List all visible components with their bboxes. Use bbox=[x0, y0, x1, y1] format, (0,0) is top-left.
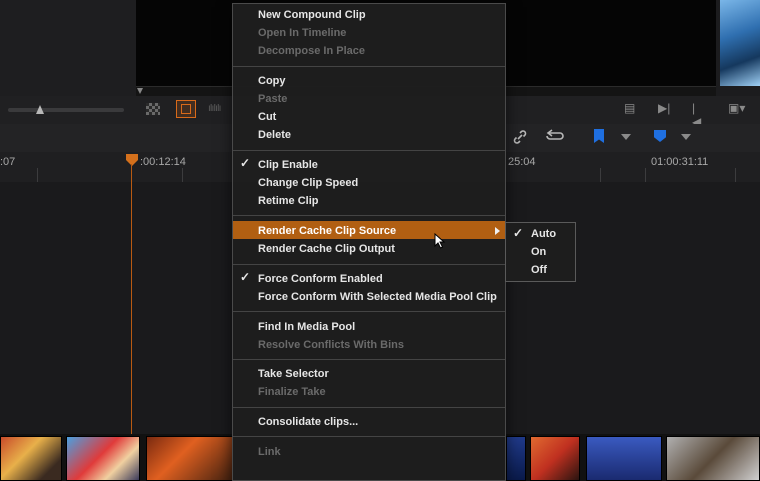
preview-thumbnail bbox=[720, 0, 760, 86]
submenu-item-auto[interactable]: Auto bbox=[531, 228, 556, 240]
menu-separator bbox=[233, 436, 505, 437]
menu-separator bbox=[233, 311, 505, 312]
menu-separator bbox=[233, 215, 505, 216]
timecode-label: 01:00:31:11 bbox=[651, 156, 709, 168]
menu-item-change-clip-speed[interactable]: Change Clip Speed bbox=[258, 177, 358, 189]
audio-waveform-icon[interactable]: ıIıIıIı bbox=[208, 104, 230, 114]
mouse-cursor-icon bbox=[434, 233, 446, 249]
clip-thumbnail[interactable] bbox=[530, 436, 580, 481]
menu-separator bbox=[233, 66, 505, 67]
zoom-slider[interactable] bbox=[8, 108, 124, 112]
menu-item-resolve-conflicts[interactable]: Resolve Conflicts With Bins bbox=[258, 339, 404, 351]
check-icon: ✓ bbox=[240, 270, 251, 284]
check-icon: ✓ bbox=[513, 226, 524, 240]
menu-item-force-conform-selected[interactable]: Force Conform With Selected Media Pool C… bbox=[258, 291, 497, 303]
menu-item-take-selector[interactable]: Take Selector bbox=[258, 368, 329, 380]
menu-item-open-in-timeline[interactable]: Open In Timeline bbox=[258, 27, 346, 39]
menu-separator bbox=[233, 359, 505, 360]
menu-item-cut[interactable]: Cut bbox=[258, 111, 276, 123]
menu-item-paste[interactable]: Paste bbox=[258, 93, 287, 105]
media-panel bbox=[0, 0, 137, 100]
timecode-label: :00:12:14 bbox=[140, 156, 186, 168]
menu-item-copy[interactable]: Copy bbox=[258, 75, 286, 87]
submenu-item-off[interactable]: Off bbox=[531, 264, 547, 276]
menu-item-render-cache-clip-source[interactable]: Render Cache Clip Source bbox=[258, 225, 396, 237]
menu-item-find-in-media-pool[interactable]: Find In Media Pool bbox=[258, 321, 355, 333]
ruler-tick bbox=[600, 168, 601, 182]
menu-item-delete[interactable]: Delete bbox=[258, 129, 291, 141]
ruler-tick bbox=[735, 168, 736, 182]
menu-item-retime-clip[interactable]: Retime Clip bbox=[258, 195, 319, 207]
marker-dropdown-chevron-icon[interactable] bbox=[681, 134, 691, 140]
timecode-label: :07 bbox=[0, 156, 16, 168]
menu-separator bbox=[233, 407, 505, 408]
submenu-arrow-icon bbox=[495, 227, 500, 235]
clip-thumbnail[interactable] bbox=[0, 436, 62, 481]
menu-item-decompose-in-place[interactable]: Decompose In Place bbox=[258, 45, 365, 57]
menu-item-force-conform-enabled[interactable]: Force Conform Enabled bbox=[258, 273, 383, 285]
submenu-item-on[interactable]: On bbox=[531, 246, 546, 258]
scope-icon[interactable]: ▤ bbox=[624, 101, 635, 115]
clip-thumbnail[interactable] bbox=[666, 436, 760, 481]
menu-item-link[interactable]: Link bbox=[258, 446, 281, 458]
link-icon[interactable] bbox=[512, 129, 528, 145]
clip-thumbnail[interactable] bbox=[586, 436, 662, 481]
ruler-tick bbox=[182, 168, 183, 182]
clip-thumbnail[interactable] bbox=[66, 436, 140, 481]
ruler-tick bbox=[37, 168, 38, 182]
menu-item-consolidate-clips[interactable]: Consolidate clips... bbox=[258, 416, 358, 428]
checkerboard-icon[interactable] bbox=[146, 103, 160, 115]
clip-thumbnail[interactable] bbox=[506, 436, 526, 481]
display-icon[interactable]: ▣▾ bbox=[728, 101, 745, 115]
playhead-line bbox=[131, 164, 132, 434]
menu-item-finalize-take[interactable]: Finalize Take bbox=[258, 386, 326, 398]
menu-separator bbox=[233, 150, 505, 151]
menu-item-new-compound-clip[interactable]: New Compound Clip bbox=[258, 9, 366, 21]
film-icon[interactable] bbox=[176, 100, 196, 118]
check-icon: ✓ bbox=[240, 156, 251, 170]
flag-dropdown-chevron-icon[interactable] bbox=[621, 134, 631, 140]
menu-item-clip-enable[interactable]: Clip Enable bbox=[258, 159, 318, 171]
clip-thumbnail[interactable] bbox=[146, 436, 234, 481]
menu-separator bbox=[233, 264, 505, 265]
loop-icon[interactable] bbox=[544, 128, 566, 144]
menu-item-render-cache-clip-output[interactable]: Render Cache Clip Output bbox=[258, 243, 395, 255]
timecode-label: 25:04 bbox=[508, 156, 536, 168]
next-frame-icon[interactable]: ▶| bbox=[658, 101, 670, 115]
ruler-tick bbox=[645, 168, 646, 182]
